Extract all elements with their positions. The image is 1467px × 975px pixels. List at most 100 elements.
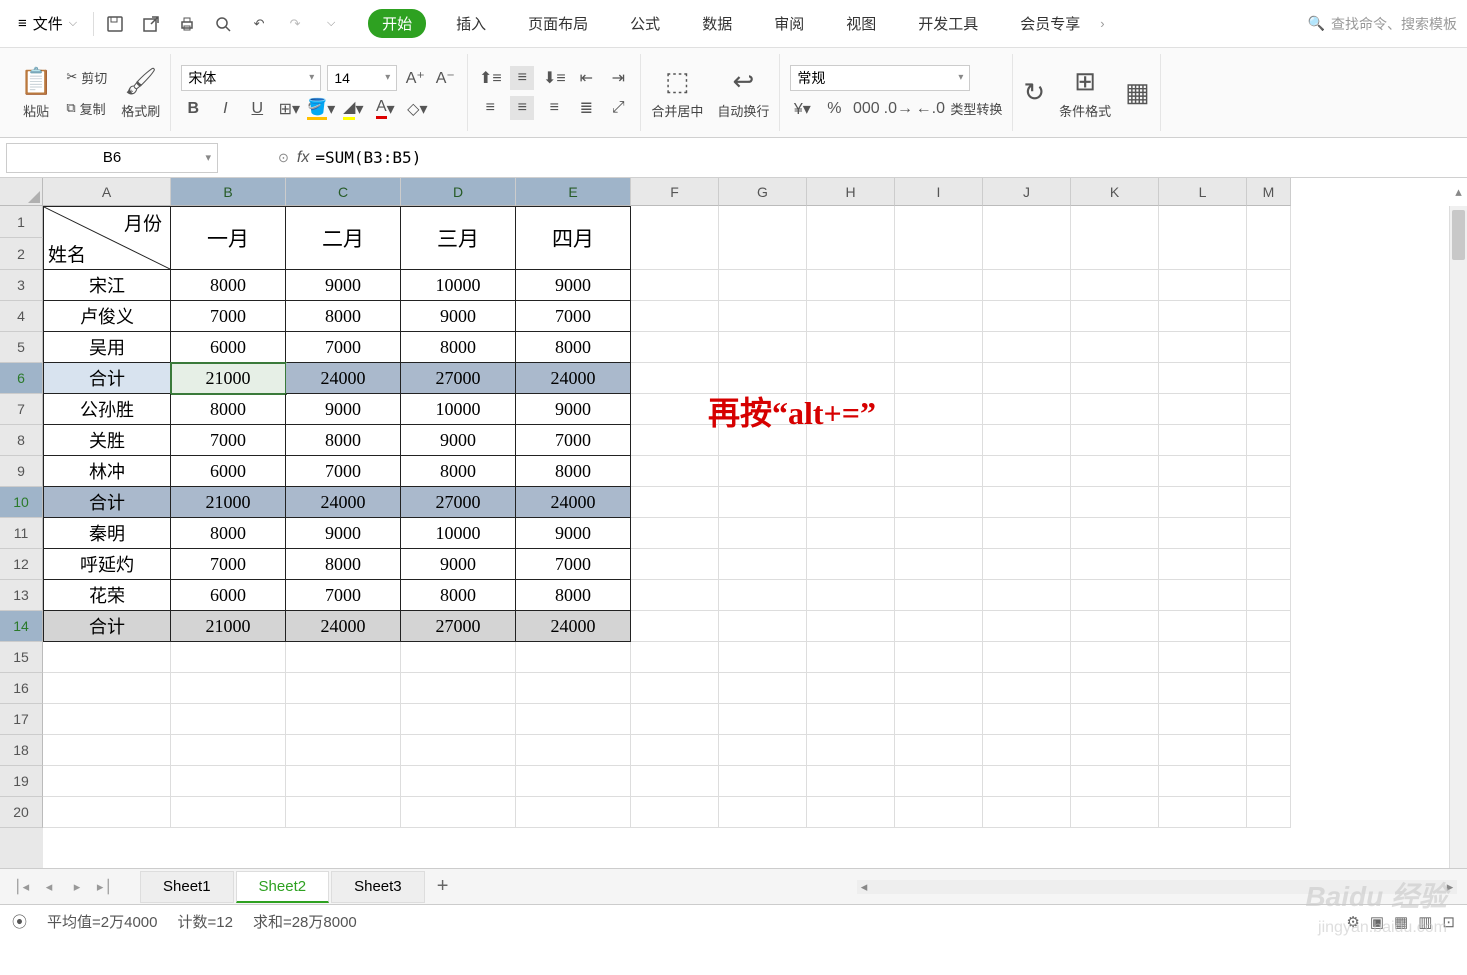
header-diagonal-cell[interactable]: 月份姓名 — [43, 206, 171, 270]
cell[interactable] — [807, 270, 895, 301]
cell[interactable] — [983, 270, 1071, 301]
cell[interactable] — [631, 580, 719, 611]
cell[interactable] — [983, 487, 1071, 518]
cell[interactable] — [1247, 332, 1291, 363]
borders-button[interactable]: ⊞▾ — [277, 97, 301, 121]
cell[interactable] — [1247, 766, 1291, 797]
cell[interactable]: 8000 — [516, 580, 631, 611]
cell[interactable] — [286, 797, 401, 828]
col-header-C[interactable]: C — [286, 178, 401, 206]
type-convert-button[interactable]: 类型转换 — [950, 97, 1002, 120]
fill-color-button[interactable]: 🪣▾ — [309, 97, 333, 121]
cell[interactable] — [1071, 735, 1159, 766]
cell[interactable] — [1247, 735, 1291, 766]
cell[interactable]: 7000 — [516, 425, 631, 456]
cell[interactable] — [983, 673, 1071, 704]
cell[interactable] — [1159, 766, 1247, 797]
cell[interactable] — [895, 518, 983, 549]
cell[interactable] — [719, 456, 807, 487]
cell[interactable] — [1247, 642, 1291, 673]
cell[interactable] — [43, 766, 171, 797]
cell[interactable] — [1159, 642, 1247, 673]
cell[interactable] — [401, 797, 516, 828]
cell[interactable] — [401, 735, 516, 766]
merge-center-button[interactable]: ⬚合并居中 — [651, 66, 703, 120]
cell[interactable]: 7000 — [171, 549, 286, 580]
col-header-E[interactable]: E — [516, 178, 631, 206]
row-header-17[interactable]: 17 — [0, 704, 43, 735]
cell[interactable] — [807, 206, 895, 270]
cell[interactable] — [43, 704, 171, 735]
cell[interactable] — [631, 611, 719, 642]
cell[interactable] — [895, 735, 983, 766]
cell[interactable] — [895, 673, 983, 704]
view-page-icon[interactable]: ▥ — [1418, 913, 1432, 931]
cell[interactable] — [807, 735, 895, 766]
cell[interactable] — [631, 206, 719, 270]
cell[interactable] — [1247, 301, 1291, 332]
cell[interactable] — [895, 456, 983, 487]
cell[interactable] — [1159, 456, 1247, 487]
tab-3[interactable]: 公式 — [618, 7, 672, 40]
cell[interactable]: 21000 — [171, 363, 286, 394]
sheet-tab-Sheet3[interactable]: Sheet3 — [331, 871, 425, 903]
cell[interactable] — [631, 270, 719, 301]
cell[interactable] — [631, 735, 719, 766]
cell[interactable] — [1159, 487, 1247, 518]
align-left-icon[interactable]: ≡ — [478, 96, 502, 120]
highlight-button[interactable]: ◢▾ — [341, 97, 365, 121]
tab-8[interactable]: 会员专享 — [1008, 7, 1092, 40]
cell[interactable]: 9000 — [286, 270, 401, 301]
cell[interactable] — [895, 580, 983, 611]
cell[interactable] — [719, 611, 807, 642]
tab-2[interactable]: 页面布局 — [516, 7, 600, 40]
cell[interactable]: 10000 — [401, 394, 516, 425]
cell[interactable] — [1071, 611, 1159, 642]
paste-button[interactable]: 📋 粘贴 — [20, 66, 52, 120]
select-all-corner[interactable] — [0, 178, 43, 206]
cell[interactable] — [983, 735, 1071, 766]
cell[interactable]: 7000 — [171, 425, 286, 456]
cell[interactable] — [1159, 270, 1247, 301]
cell[interactable] — [1247, 549, 1291, 580]
cell[interactable] — [43, 673, 171, 704]
increase-font-icon[interactable]: A⁺ — [403, 66, 427, 90]
cell[interactable]: 8000 — [286, 549, 401, 580]
cell[interactable] — [1159, 735, 1247, 766]
cell[interactable] — [983, 549, 1071, 580]
cell[interactable] — [1159, 797, 1247, 828]
cell[interactable] — [1159, 301, 1247, 332]
cell[interactable] — [286, 704, 401, 735]
cell[interactable] — [983, 766, 1071, 797]
cell[interactable]: 24000 — [286, 611, 401, 642]
row-header-16[interactable]: 16 — [0, 673, 43, 704]
cell[interactable] — [1071, 363, 1159, 394]
cell[interactable] — [807, 704, 895, 735]
cell[interactable] — [1071, 425, 1159, 456]
cell[interactable]: 吴用 — [43, 332, 171, 363]
col-header-H[interactable]: H — [807, 178, 895, 206]
cell[interactable] — [631, 673, 719, 704]
tab-0[interactable]: 开始 — [368, 9, 426, 38]
cell[interactable] — [516, 797, 631, 828]
cell[interactable]: 林冲 — [43, 456, 171, 487]
cell[interactable] — [1071, 301, 1159, 332]
cell[interactable]: 24000 — [516, 363, 631, 394]
sheet-last-icon[interactable]: ▸⎪ — [94, 876, 116, 898]
row-header-19[interactable]: 19 — [0, 766, 43, 797]
percent-icon[interactable]: % — [822, 97, 846, 121]
cell[interactable]: 7000 — [286, 580, 401, 611]
cell[interactable] — [1071, 487, 1159, 518]
cell[interactable] — [719, 332, 807, 363]
cell[interactable] — [1071, 766, 1159, 797]
cell[interactable] — [983, 425, 1071, 456]
col-header-F[interactable]: F — [631, 178, 719, 206]
cell[interactable] — [1071, 206, 1159, 270]
name-box[interactable]: B6 — [6, 143, 218, 173]
cell[interactable] — [1247, 580, 1291, 611]
cell[interactable] — [983, 704, 1071, 735]
cell[interactable] — [807, 611, 895, 642]
fx-icon[interactable]: fx — [297, 149, 309, 167]
cell[interactable] — [895, 797, 983, 828]
cell[interactable] — [895, 206, 983, 270]
